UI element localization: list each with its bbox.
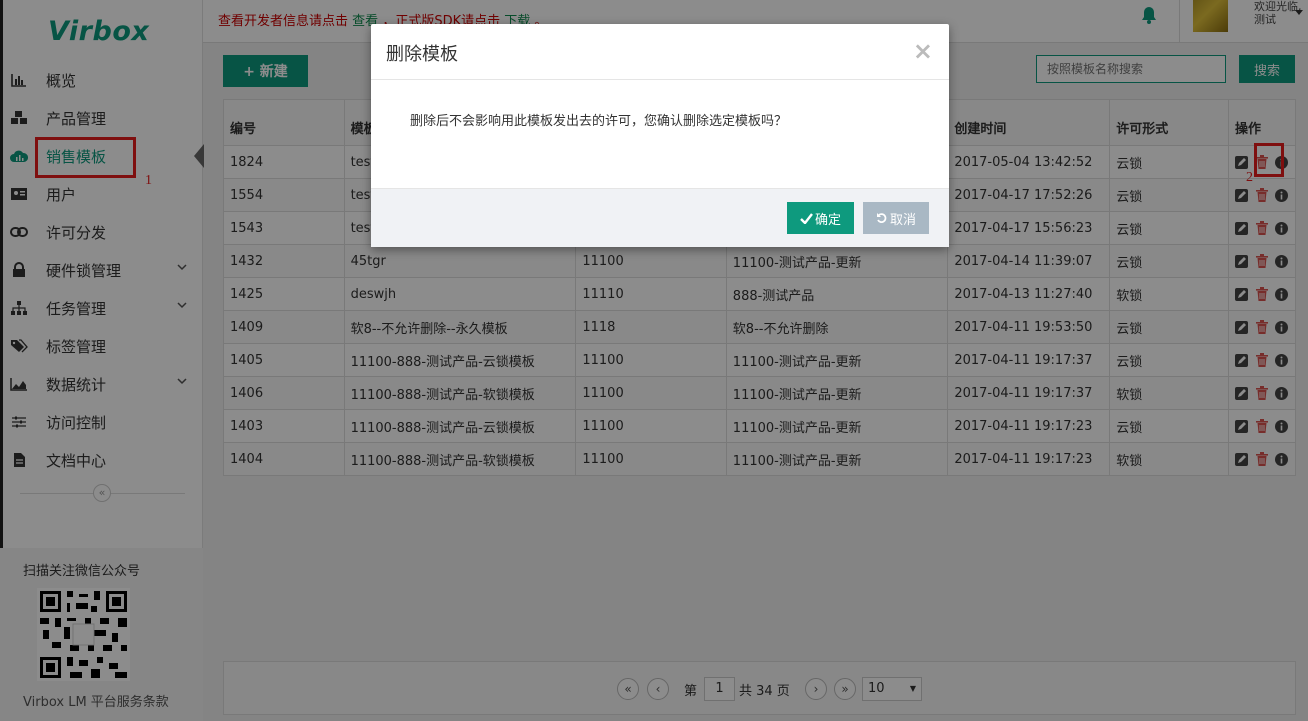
dialog-message: 删除后不会影响用此模板发出去的许可，您确认删除选定模板吗？ bbox=[410, 114, 788, 129]
check-icon bbox=[800, 212, 813, 224]
close-icon[interactable]: × bbox=[913, 37, 933, 65]
confirm-button[interactable]: 确定 bbox=[787, 202, 854, 234]
dialog-header: 删除模板 × bbox=[371, 24, 949, 80]
dialog-body: 删除后不会影响用此模板发出去的许可，您确认删除选定模板吗？ bbox=[371, 80, 949, 188]
cancel-button[interactable]: 取消 bbox=[863, 202, 929, 234]
dialog-title: 删除模板 bbox=[386, 44, 458, 65]
cancel-label: 取消 bbox=[889, 212, 916, 228]
dialog-footer: 确定 取消 bbox=[371, 188, 949, 247]
delete-template-dialog: 删除模板 × 删除后不会影响用此模板发出去的许可，您确认删除选定模板吗？ 确定 … bbox=[371, 24, 949, 247]
confirm-label: 确定 bbox=[814, 212, 841, 228]
undo-icon bbox=[876, 213, 887, 223]
